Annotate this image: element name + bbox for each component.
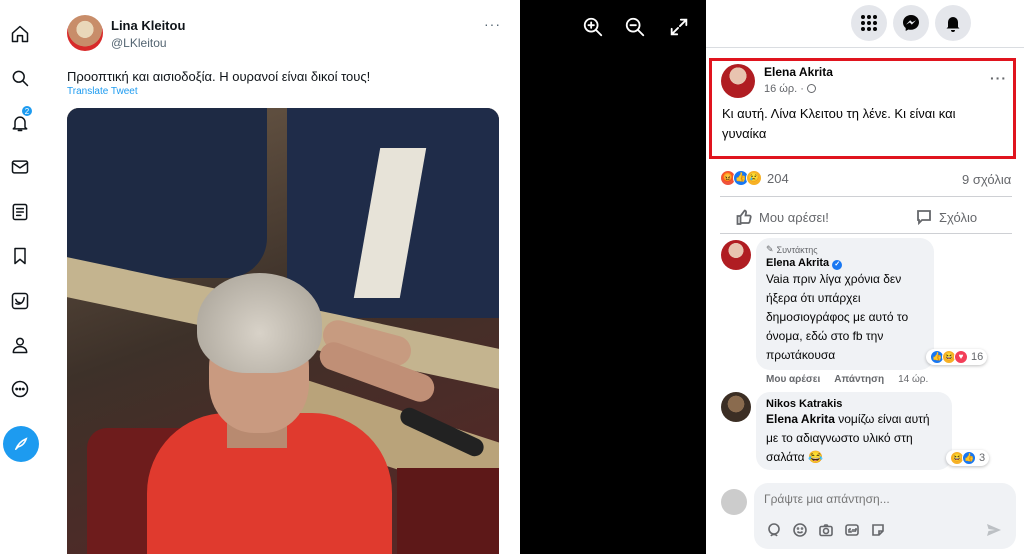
compose-tweet-button[interactable] bbox=[3, 426, 39, 462]
comment-reactions-count: 16 bbox=[971, 351, 984, 363]
twitter-blue-icon[interactable] bbox=[8, 289, 32, 313]
pencil-icon: ✎ bbox=[766, 244, 774, 254]
expand-icon[interactable] bbox=[668, 16, 692, 40]
avatar bbox=[721, 489, 747, 515]
comment-reply-link[interactable]: Απάντηση bbox=[834, 374, 884, 385]
mail-icon[interactable] bbox=[8, 155, 32, 179]
author-badge: ✎ Συντάκτης bbox=[766, 244, 924, 255]
post-time-text: 16 ώρ. · bbox=[764, 83, 807, 95]
post-timestamp[interactable]: 16 ώρ. · bbox=[764, 83, 816, 95]
menu-grid-icon[interactable] bbox=[851, 5, 887, 41]
twitter-sidebar: 2 bbox=[0, 0, 40, 554]
image-viewer bbox=[520, 0, 706, 554]
avatar[interactable] bbox=[721, 392, 751, 422]
zoom-out-icon[interactable] bbox=[624, 16, 648, 40]
bookmark-icon[interactable] bbox=[8, 244, 32, 268]
camera-icon[interactable] bbox=[818, 522, 834, 538]
comment-bubble: Nikos Katrakis Elena Akrita νομίζω είναι… bbox=[756, 392, 952, 470]
home-icon[interactable] bbox=[8, 22, 32, 46]
notifications-icon[interactable] bbox=[935, 5, 971, 41]
emoji-icon[interactable] bbox=[792, 522, 808, 538]
comment-text: Vaia πριν λίγα χρόνια δεν ήξερα ότι υπάρ… bbox=[766, 272, 909, 362]
sticker-icon[interactable] bbox=[870, 522, 886, 538]
like-button[interactable]: Μου αρέσει! bbox=[736, 207, 829, 227]
comment-bubble: ✎ Συντάκτης Elena Akrita ✓ Vaia πριν λίγα… bbox=[756, 238, 934, 370]
search-icon[interactable] bbox=[8, 66, 32, 90]
notification-badge: 2 bbox=[21, 105, 33, 117]
comment-reactions[interactable]: 👍 😆 ♥ 16 bbox=[926, 349, 988, 365]
post-text: Κι αυτή. Λίνα Κλειτου τη λένε. Κι είναι … bbox=[722, 106, 956, 141]
post-more-button[interactable]: ··· bbox=[990, 70, 1007, 86]
comment-label: Σχόλιο bbox=[939, 209, 978, 225]
post-author-name[interactable]: Elena Akrita bbox=[764, 65, 833, 79]
comment-like-link[interactable]: Μου αρέσει bbox=[766, 374, 820, 385]
zoom-in-icon[interactable] bbox=[582, 16, 606, 40]
globe-icon bbox=[806, 84, 816, 93]
comment-icon bbox=[917, 210, 931, 225]
tweet-text: Προοπτική και αισιοδοξία. Η ουρανοί είνα… bbox=[67, 69, 371, 84]
verified-icon: ✓ bbox=[832, 260, 843, 270]
list-icon[interactable] bbox=[8, 200, 32, 224]
gif-icon[interactable] bbox=[844, 522, 860, 538]
header-divider bbox=[706, 47, 1024, 48]
comments-count[interactable]: 9 σχόλια bbox=[962, 172, 1011, 187]
thumbs-up-icon bbox=[736, 209, 752, 225]
like-reaction-icon: 👍 bbox=[962, 451, 976, 465]
comment-author[interactable]: Elena Akrita ✓ bbox=[766, 257, 924, 270]
comment-author-name: Elena Akrita bbox=[766, 257, 830, 269]
avatar[interactable] bbox=[721, 64, 755, 98]
feather-icon bbox=[15, 437, 28, 450]
post-reactions[interactable]: 😡 👍 😢 204 bbox=[720, 170, 789, 186]
tweet-author-handle[interactable]: @LKleitou bbox=[111, 36, 167, 50]
avatar[interactable] bbox=[721, 240, 751, 270]
reactions-count: 204 bbox=[767, 170, 789, 186]
profile-icon[interactable] bbox=[8, 333, 32, 357]
avatar-sticker-icon[interactable] bbox=[766, 522, 782, 538]
translate-tweet-link[interactable]: Translate Tweet bbox=[67, 86, 138, 97]
comment-time[interactable]: 14 ώρ. bbox=[898, 374, 928, 385]
divider bbox=[720, 196, 1012, 197]
comment-mention[interactable]: Elena Akrita bbox=[766, 412, 835, 426]
comment-author-name[interactable]: Nikos Katrakis bbox=[766, 398, 942, 410]
bell-icon[interactable]: 2 bbox=[8, 105, 33, 135]
reply-input[interactable] bbox=[764, 492, 979, 506]
like-label: Μου αρέσει! bbox=[759, 209, 829, 225]
divider bbox=[720, 233, 1012, 234]
love-reaction-icon: ♥ bbox=[954, 350, 968, 364]
sad-reaction-icon: 😢 bbox=[746, 170, 762, 186]
comment-reactions[interactable]: 😆 👍 3 bbox=[946, 450, 990, 466]
send-icon[interactable] bbox=[986, 522, 1002, 538]
avatar[interactable] bbox=[67, 15, 103, 51]
tweet-photo[interactable] bbox=[67, 108, 499, 554]
tweet-author-name[interactable]: Lina Kleitou bbox=[111, 18, 185, 33]
more-circle-icon[interactable] bbox=[8, 377, 32, 401]
tweet-more-button[interactable]: ··· bbox=[484, 16, 501, 32]
author-badge-label: Συντάκτης bbox=[776, 244, 818, 255]
comment-actions: Μου αρέσει Απάντηση 14 ώρ. bbox=[766, 374, 928, 385]
comment-button[interactable]: Σχόλιο bbox=[916, 207, 977, 227]
comment-reactions-count: 3 bbox=[979, 452, 986, 464]
messenger-icon[interactable] bbox=[893, 5, 929, 41]
